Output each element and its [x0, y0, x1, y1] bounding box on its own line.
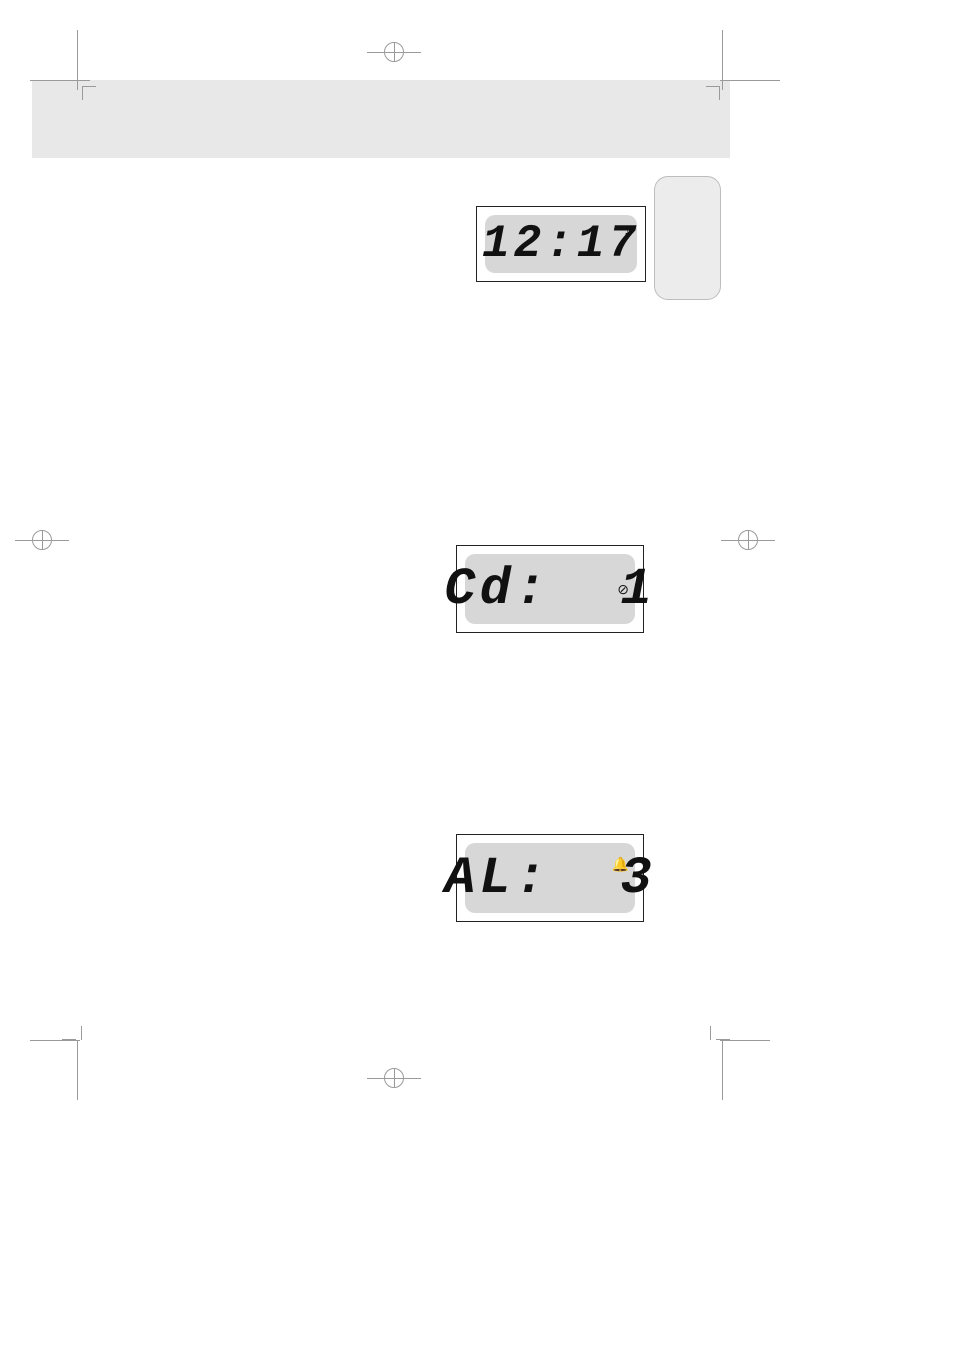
crop-mark	[30, 1040, 80, 1041]
side-tab	[654, 176, 721, 300]
crop-mark	[720, 80, 780, 81]
disc-icon: ⊘	[617, 582, 629, 596]
registration-target-icon	[384, 42, 404, 62]
crop-mark	[720, 1040, 770, 1041]
crop-mark	[30, 80, 90, 81]
lcd-time: 12:17 ♪	[476, 206, 646, 282]
crop-mark	[722, 30, 723, 90]
music-note-icon: ♪	[624, 223, 631, 237]
crop-mark	[710, 1020, 730, 1040]
registration-target-icon	[384, 1068, 404, 1088]
crop-mark	[722, 1040, 723, 1100]
header-band	[32, 80, 730, 158]
registration-target-icon	[32, 530, 52, 550]
crop-mark	[62, 1020, 82, 1040]
crop-mark	[77, 30, 78, 90]
crop-mark	[77, 1040, 78, 1100]
crop-mark	[82, 86, 102, 106]
crop-mark	[700, 86, 720, 106]
bell-icon: 🔔	[612, 857, 629, 871]
lcd-time-text: 12:17	[482, 218, 640, 270]
registration-target-icon	[738, 530, 758, 550]
lcd-alarm: AL: 3 🔔	[456, 834, 644, 922]
lcd-cd: Cd: 1 ⊘	[456, 545, 644, 633]
